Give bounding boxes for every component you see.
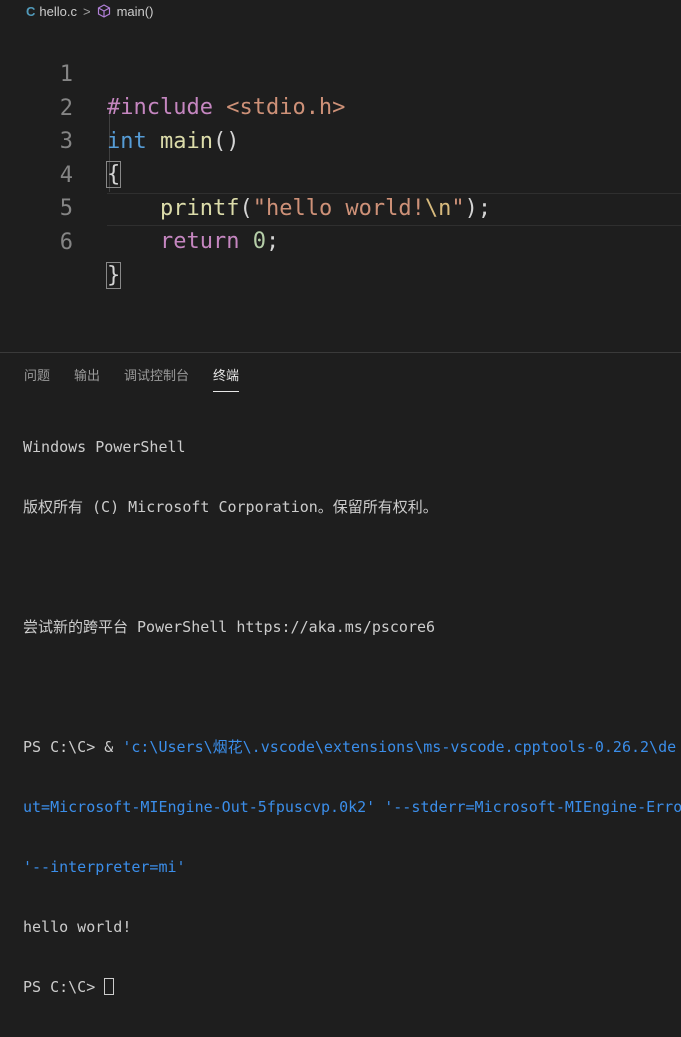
code-line-3[interactable]: 3 { — [0, 92, 681, 188]
terminal-line: 尝试新的跨平台 PowerShell https://aka.ms/pscore… — [23, 618, 436, 636]
return-keyword: return — [159, 229, 240, 254]
terminal-prompt: PS C:\C> — [23, 978, 105, 996]
code-line-5[interactable]: 5 return 0; — [0, 159, 681, 254]
code-line-4[interactable]: 4 printf("hello world!\n"); — [0, 126, 681, 221]
tab-output[interactable]: 输出 — [74, 365, 100, 393]
terminal-command-args: ut=Microsoft-MIEngine-Out-5fpuscvp.0k2' … — [23, 798, 681, 816]
terminal-command-path: 'c:\Users\烟花\.vscode\extensions\ms-vscod… — [122, 738, 677, 756]
cube-icon — [97, 4, 111, 18]
terminal-final-prompt[interactable]: PS C:\C> — [23, 977, 681, 997]
terminal-command-line: PS C:\C> & 'c:\Users\烟花\.vscode\extensio… — [23, 737, 681, 757]
panel-tabs: 问题 输出 调试控制台 终端 — [24, 365, 263, 393]
code-line-2[interactable]: 2 int main() — [0, 59, 681, 154]
breadcrumb: C hello.c > main() — [0, 0, 681, 22]
semicolon: ; — [265, 229, 280, 254]
tab-debug-console[interactable]: 调试控制台 — [124, 365, 189, 393]
terminal-output[interactable]: Windows PowerShell 版权所有 (C) Microsoft Co… — [23, 397, 681, 1037]
terminal-line: ​ — [23, 557, 681, 577]
code-editor[interactable]: 1 #include <stdio.h> 2 int main() 3 { 4 … — [0, 22, 681, 352]
terminal-prompt: PS C:\C> & — [23, 738, 123, 756]
terminal-line: Windows PowerShell — [23, 438, 186, 456]
terminal-cursor — [104, 978, 115, 995]
breadcrumb-file[interactable]: hello.c — [39, 4, 77, 19]
terminal-line: ​ — [23, 677, 681, 697]
close-brace: } — [105, 262, 122, 289]
terminal-line: 版权所有 (C) Microsoft Corporation。保留所有权利。 — [23, 498, 438, 516]
terminal-command-args: '--interpreter=mi' — [23, 858, 186, 876]
breadcrumb-symbol[interactable]: main() — [117, 4, 154, 19]
c-file-icon: C — [26, 3, 36, 19]
program-output: hello world! — [23, 918, 132, 936]
code-line-6[interactable]: 6 } — [0, 193, 681, 289]
return-value: 0 — [252, 229, 266, 254]
line-number: 6 — [59, 230, 73, 255]
breadcrumb-separator: > — [82, 3, 91, 19]
tab-terminal[interactable]: 终端 — [213, 365, 240, 393]
tab-problems[interactable]: 问题 — [24, 365, 50, 393]
code-line-1[interactable]: 1 #include <stdio.h> — [0, 25, 681, 120]
bottom-panel: 问题 输出 调试控制台 终端 Windows PowerShell 版权所有 (… — [0, 352, 681, 996]
